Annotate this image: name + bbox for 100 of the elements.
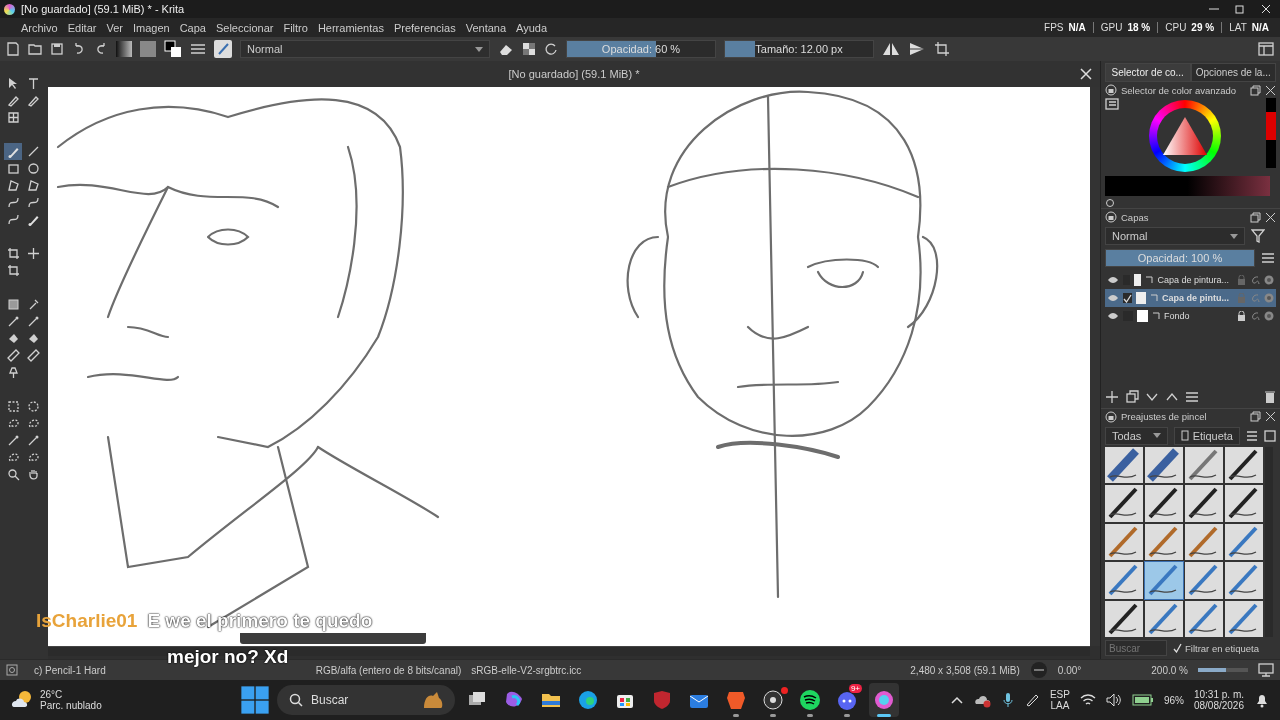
eraser-icon[interactable] <box>498 42 514 56</box>
menu-item[interactable]: Preferencias <box>388 21 461 34</box>
wifi-icon[interactable] <box>1079 693 1096 707</box>
menu-item[interactable]: Imagen <box>127 21 175 34</box>
new-document-icon[interactable] <box>6 42 20 56</box>
brush-preset-tile[interactable] <box>1145 562 1183 599</box>
pattern-swatch[interactable] <box>140 41 156 57</box>
search-field[interactable]: Buscar <box>1105 640 1167 656</box>
taskbar-search-field[interactable]: Buscar <box>277 685 455 715</box>
chevron-up-icon[interactable] <box>949 695 964 705</box>
menu-item[interactable]: Ventana <box>460 21 512 34</box>
brush-preset-tile[interactable] <box>1185 562 1223 599</box>
refresh-icon[interactable] <box>1105 198 1115 208</box>
menu-item[interactable]: Herramientas <box>312 21 389 34</box>
brush-preset-tile[interactable] <box>1225 446 1263 483</box>
float-icon[interactable] <box>1250 411 1261 422</box>
menu-item[interactable]: Ayuda <box>511 21 553 34</box>
taskbar-button[interactable]: 9+ <box>832 683 862 717</box>
filter-checkbox[interactable]: Filtrar en etiqueta <box>1173 642 1259 654</box>
undo-icon[interactable] <box>72 42 86 56</box>
menu-icon[interactable] <box>1246 429 1258 442</box>
rotation-icon[interactable] <box>1029 661 1048 679</box>
list-icon[interactable] <box>1105 98 1119 110</box>
save-icon[interactable] <box>50 42 64 56</box>
eye-icon[interactable] <box>1107 310 1119 322</box>
windows-start-icon[interactable] <box>240 683 270 717</box>
battery-icon[interactable] <box>1131 694 1154 706</box>
menu-item[interactable]: Ver <box>101 21 128 34</box>
brush-preset-tile[interactable] <box>1145 485 1183 522</box>
close-icon[interactable] <box>1265 211 1276 223</box>
menu-item[interactable]: Capa <box>174 21 211 34</box>
microphone-icon[interactable] <box>1001 692 1014 708</box>
wrap-around-icon[interactable] <box>934 41 950 57</box>
brush-settings-icon[interactable] <box>190 42 206 56</box>
tag-dropdown[interactable]: Etiqueta <box>1173 426 1240 445</box>
mirror-horizontal-icon[interactable] <box>882 41 900 57</box>
folder-icon[interactable] <box>28 42 42 56</box>
brush-icon[interactable] <box>4 143 22 160</box>
brush-preset-tile[interactable] <box>1105 600 1143 637</box>
alpha-lock-icon[interactable] <box>522 42 536 56</box>
menu-item[interactable]: Filtro <box>278 21 313 34</box>
dock-tab[interactable]: Selector de co... <box>1105 63 1191 82</box>
brush-preset-tile[interactable] <box>1145 523 1183 560</box>
brush-preset-tile[interactable] <box>1185 446 1223 483</box>
menu-item[interactable]: Editar <box>62 21 102 34</box>
layer-row[interactable]: Capa de pintu... <box>1105 289 1276 307</box>
layer-blend-dropdown[interactable]: Normal <box>1105 227 1245 245</box>
notification-bell-icon[interactable] <box>1254 692 1270 708</box>
brush-preset-tile[interactable] <box>1225 485 1263 522</box>
close-icon[interactable] <box>1265 411 1276 422</box>
float-icon[interactable] <box>1250 211 1261 223</box>
brush-preset-tile[interactable] <box>1185 600 1223 637</box>
workspace-icon[interactable] <box>1258 41 1274 57</box>
slider[interactable]: Tamaño: 12.00 px <box>724 40 874 58</box>
zoom-slider[interactable] <box>1198 668 1248 672</box>
float-icon[interactable] <box>1250 84 1261 96</box>
color-history-strip[interactable] <box>1266 98 1276 168</box>
gradient-swatch[interactable] <box>116 41 132 57</box>
brush-preset-tile[interactable] <box>1185 485 1223 522</box>
menu-item[interactable]: Seleccionar <box>210 21 279 34</box>
layer-row[interactable]: Fondo <box>1105 307 1276 325</box>
monitor-icon[interactable] <box>1258 663 1274 677</box>
dock-tab[interactable]: Opciones de la... <box>1190 63 1276 82</box>
brush-preset-tile[interactable] <box>1145 600 1183 637</box>
language[interactable]: ESP <box>1049 689 1070 700</box>
vertical-scrollbar[interactable] <box>1090 87 1100 646</box>
mirror-vertical-icon[interactable] <box>908 41 926 57</box>
blend-mode-dropdown[interactable]: Normal <box>240 40 490 58</box>
reload-icon[interactable] <box>544 42 558 56</box>
add-icon[interactable] <box>1105 389 1119 404</box>
brush-preset-tile[interactable] <box>1105 485 1143 522</box>
menu-icon[interactable] <box>1261 252 1275 264</box>
brush-preset-tile[interactable] <box>1145 446 1183 483</box>
color-shade-strip[interactable] <box>1105 176 1270 196</box>
panel-icon[interactable] <box>1264 429 1276 442</box>
brush-preset-tile[interactable] <box>1225 600 1263 637</box>
layer-checkbox[interactable] <box>1123 293 1133 303</box>
close-icon[interactable] <box>1265 84 1276 96</box>
clock[interactable]: 10:31 p. m. 08/08/2026 <box>1193 689 1244 711</box>
color-swap-icon[interactable] <box>164 40 182 58</box>
brush-preset-tile[interactable] <box>1105 523 1143 560</box>
brush-preset-button[interactable] <box>214 40 232 58</box>
layer-row[interactable]: Capa de pintura... <box>1105 271 1276 289</box>
lock-icon[interactable] <box>1237 311 1246 321</box>
eye-icon[interactable] <box>1107 274 1119 286</box>
brush-preset-tile[interactable] <box>1105 446 1143 483</box>
speaker-icon[interactable] <box>1105 693 1122 707</box>
brush-filter-dropdown[interactable]: Todas <box>1105 426 1168 445</box>
brush-preset-tile[interactable] <box>1225 562 1263 599</box>
menu-item[interactable]: Archivo <box>16 21 63 34</box>
duplicate-icon[interactable] <box>1125 389 1139 404</box>
close-icon[interactable] <box>1080 68 1092 80</box>
brush-preset-tile[interactable] <box>1225 523 1263 560</box>
taskbar-button[interactable] <box>869 683 899 717</box>
redo-icon[interactable] <box>94 42 108 56</box>
keyboard-layout[interactable]: LAA <box>1050 700 1070 711</box>
brush-preset-tile[interactable] <box>1185 523 1223 560</box>
menu-icon[interactable] <box>1185 389 1199 404</box>
trash-icon[interactable] <box>1264 389 1276 404</box>
eye-icon[interactable] <box>1107 292 1119 304</box>
